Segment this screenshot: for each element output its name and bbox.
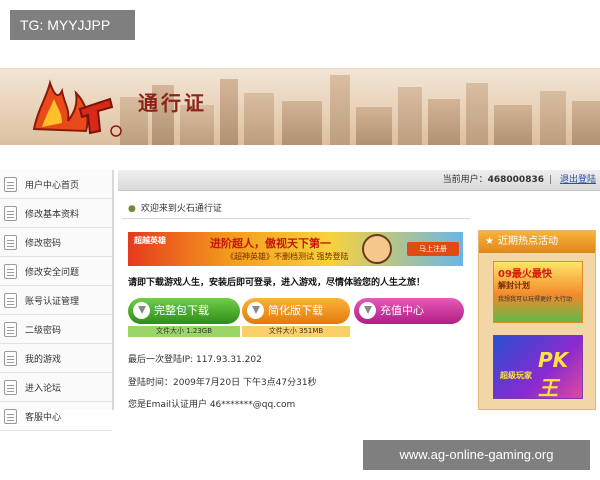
sidebar-item-account-verification[interactable]: 账号认证管理: [0, 286, 112, 315]
hot-events-panel: ★ 近期热点活动 09最火最快 解封计划 我想我可以玩得更好 大行动 超级玩家 P…: [478, 230, 596, 410]
document-icon: [4, 176, 17, 192]
sidebar-item-label: 账号认证管理: [25, 296, 80, 307]
download-arrow-icon: [247, 302, 264, 319]
lite-download-label: 简化版下载: [268, 304, 323, 317]
channel-tag: TG: MYYJJPP: [10, 10, 135, 40]
bullet-icon: ●: [128, 204, 136, 214]
document-icon: [4, 350, 17, 366]
full-file-size: 文件大小 1.23GB: [128, 326, 240, 337]
huoshi-logo-icon: [32, 79, 122, 137]
sidebar-item-label: 修改基本资料: [25, 209, 80, 220]
download-arrow-icon: [133, 302, 150, 319]
event-ad-caption: 我想我可以玩得更好 大行动: [498, 296, 572, 303]
promo-subline: 《超神英雄》不删档测试 强势登陆: [226, 252, 349, 261]
sidebar-nav: 用户中心首页 修改基本资料 修改密码 修改安全问题 账号认证管理 二级密码 我的…: [0, 170, 114, 431]
sidebar-item-label: 我的游戏: [25, 354, 62, 365]
full-download-label: 完整包下载: [154, 304, 209, 317]
sidebar-item-label: 修改安全问题: [25, 267, 80, 278]
promo-register-button[interactable]: 马上注册: [407, 242, 459, 256]
promo-left-text: 超越英雄: [134, 236, 166, 245]
lite-file-size: 文件大小 351MB: [242, 326, 350, 337]
sidebar-item-support[interactable]: 客服中心: [0, 402, 112, 431]
document-icon: [4, 321, 17, 337]
sidebar-item-change-password[interactable]: 修改密码: [0, 228, 112, 257]
header-banner: 通行证: [0, 68, 600, 145]
promo-banner[interactable]: 超越英雄 进阶超人，傲视天下第一 《超神英雄》不删档测试 强势登陆 马上注册: [128, 232, 463, 266]
recharge-icon: [359, 302, 376, 319]
topbar-separator: |: [548, 175, 552, 185]
event-ad-unban-plan[interactable]: 09最火最快 解封计划 我想我可以玩得更好 大行动: [493, 261, 583, 323]
sidebar-item-security-question[interactable]: 修改安全问题: [0, 257, 112, 286]
watermark: www.ag-online-gaming.org: [363, 440, 590, 470]
sidebar-item-home[interactable]: 用户中心首页: [0, 170, 112, 199]
promo-headline: 进阶超人，傲视天下第一: [210, 237, 331, 250]
event-ad-subtitle: 解封计划: [498, 281, 530, 290]
user-topbar: 当前用户：468000836 | 退出登陆: [118, 170, 600, 191]
sidebar-item-label: 用户中心首页: [25, 180, 80, 191]
document-icon: [4, 234, 17, 250]
last-login-ip: 最后一次登陆IP: 117.93.31.202: [128, 355, 262, 365]
email-status: 您是Email认证用户 46*******@qq.com: [128, 400, 296, 410]
divider: [122, 218, 470, 219]
login-time: 登陆时间：2009年7月20日 下午3点47分31秒: [128, 378, 317, 388]
full-download-button[interactable]: 完整包下载: [128, 298, 240, 324]
current-user: 当前用户：468000836: [443, 170, 544, 190]
document-icon: [4, 408, 17, 424]
hot-events-title: 近期热点活动: [497, 236, 558, 247]
event-ad-pk-king[interactable]: 超级玩家 PK王: [493, 335, 583, 399]
recharge-center-button[interactable]: 充值中心: [354, 298, 464, 324]
download-intro: 请即下载游戏人生，安装后即可登录，进入游戏，尽情体验您的人生之旅！: [128, 278, 426, 288]
welcome-text: 欢迎来到火石通行证: [140, 204, 222, 214]
event-ad-headline: PK王: [538, 348, 569, 399]
sidebar-item-secondary-password[interactable]: 二级密码: [0, 315, 112, 344]
sidebar-item-label: 修改密码: [25, 238, 62, 249]
brand-title: 通行证: [138, 91, 207, 115]
welcome-heading: ● 欢迎来到火石通行证: [128, 201, 222, 214]
document-icon: [4, 292, 17, 308]
document-icon: [4, 379, 17, 395]
hot-events-header: ★ 近期热点活动: [479, 231, 595, 253]
star-icon: ★: [485, 236, 494, 247]
current-user-label: 当前用户：: [442, 175, 488, 185]
sidebar-item-label: 二级密码: [25, 325, 62, 336]
sidebar-item-forum[interactable]: 进入论坛: [0, 373, 112, 402]
event-ad-title: 09最火最快: [498, 269, 552, 280]
current-user-id: 468000836: [487, 175, 544, 185]
recharge-label: 充值中心: [380, 304, 424, 317]
event-ad-label: 超级玩家: [500, 371, 532, 380]
lite-download-button[interactable]: 简化版下载: [242, 298, 350, 324]
sidebar-item-label: 进入论坛: [25, 383, 62, 394]
document-icon: [4, 263, 17, 279]
document-icon: [4, 205, 17, 221]
hero-portrait-icon: [362, 234, 392, 264]
sidebar-item-my-games[interactable]: 我的游戏: [0, 344, 112, 373]
logout-link[interactable]: 退出登陆: [560, 170, 596, 190]
sidebar-item-label: 客服中心: [25, 412, 62, 423]
sidebar-item-edit-profile[interactable]: 修改基本资料: [0, 199, 112, 228]
